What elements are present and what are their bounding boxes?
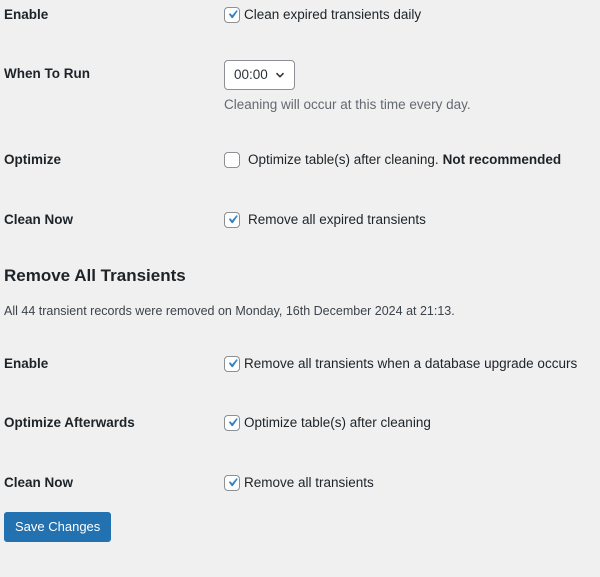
- optimize-afterwards-label: Optimize Afterwards: [4, 415, 135, 430]
- remove-all-clean-now-checkbox-label: Remove all transients: [244, 475, 374, 490]
- schedule-clean-now-checkbox[interactable]: [224, 212, 240, 228]
- schedule-clean-now-label: Clean Now: [4, 212, 74, 227]
- checkmark-icon: [228, 215, 238, 224]
- chevron-down-icon: [275, 72, 284, 78]
- remove-all-clean-now-row: Clean Now Remove all transients: [0, 473, 600, 495]
- remove-all-clean-now-checkbox[interactable]: [224, 475, 240, 491]
- optimize-row: Optimize Optimize table(s) after cleanin…: [0, 150, 600, 172]
- optimize-afterwards-checkbox[interactable]: [224, 415, 240, 431]
- when-to-run-label: When To Run: [4, 66, 90, 81]
- removal-status-note: All 44 transient records were removed on…: [4, 304, 455, 318]
- not-recommended-warning: Not recommended: [442, 152, 562, 167]
- schedule-clean-now-option[interactable]: Remove all expired transients: [224, 210, 426, 230]
- checkmark-icon: [228, 359, 238, 368]
- when-to-run-description: Cleaning will occur at this time every d…: [224, 97, 471, 112]
- optimize-option[interactable]: Optimize table(s) after cleaning. Not re…: [224, 150, 561, 170]
- optimize-checkbox[interactable]: [224, 152, 240, 168]
- save-changes-button[interactable]: Save Changes: [4, 512, 112, 542]
- settings-page: Enable Clean expired transients daily Wh…: [0, 0, 600, 577]
- remove-all-enable-label: Enable: [4, 356, 49, 371]
- optimize-afterwards-checkbox-label: Optimize table(s) after cleaning: [244, 415, 431, 430]
- optimize-checkbox-label: Optimize table(s) after cleaning.: [248, 152, 439, 167]
- when-to-run-row: When To Run 00:00 Cleaning will occur at…: [0, 60, 600, 112]
- when-to-run-field: 00:00: [224, 60, 295, 90]
- remove-all-enable-option[interactable]: Remove all transients when a database up…: [224, 354, 577, 374]
- remove-all-clean-now-label: Clean Now: [4, 475, 74, 490]
- remove-all-enable-checkbox[interactable]: [224, 356, 240, 372]
- remove-all-transients-heading: Remove All Transients: [4, 266, 186, 285]
- optimize-afterwards-option[interactable]: Optimize table(s) after cleaning: [224, 413, 431, 433]
- schedule-enable-row: Enable Clean expired transients daily: [0, 5, 600, 27]
- checkmark-icon: [228, 418, 238, 427]
- schedule-enable-option[interactable]: Clean expired transients daily: [224, 5, 421, 25]
- optimize-afterwards-row: Optimize Afterwards Optimize table(s) af…: [0, 413, 600, 435]
- optimize-label: Optimize: [4, 152, 62, 167]
- schedule-enable-checkbox-label: Clean expired transients daily: [244, 7, 422, 22]
- schedule-enable-checkbox[interactable]: [224, 7, 240, 23]
- schedule-clean-now-row: Clean Now Remove all expired transients: [0, 210, 600, 232]
- remove-all-clean-now-option[interactable]: Remove all transients: [224, 473, 374, 493]
- schedule-enable-label: Enable: [4, 7, 49, 22]
- remove-all-enable-row: Enable Remove all transients when a data…: [0, 354, 600, 376]
- time-select[interactable]: 00:00: [224, 60, 295, 90]
- time-select-value: 00:00: [234, 67, 268, 82]
- schedule-clean-now-checkbox-label: Remove all expired transients: [248, 212, 426, 227]
- checkmark-icon: [228, 478, 238, 487]
- checkmark-icon: [228, 10, 238, 19]
- remove-all-enable-checkbox-label: Remove all transients when a database up…: [244, 356, 578, 371]
